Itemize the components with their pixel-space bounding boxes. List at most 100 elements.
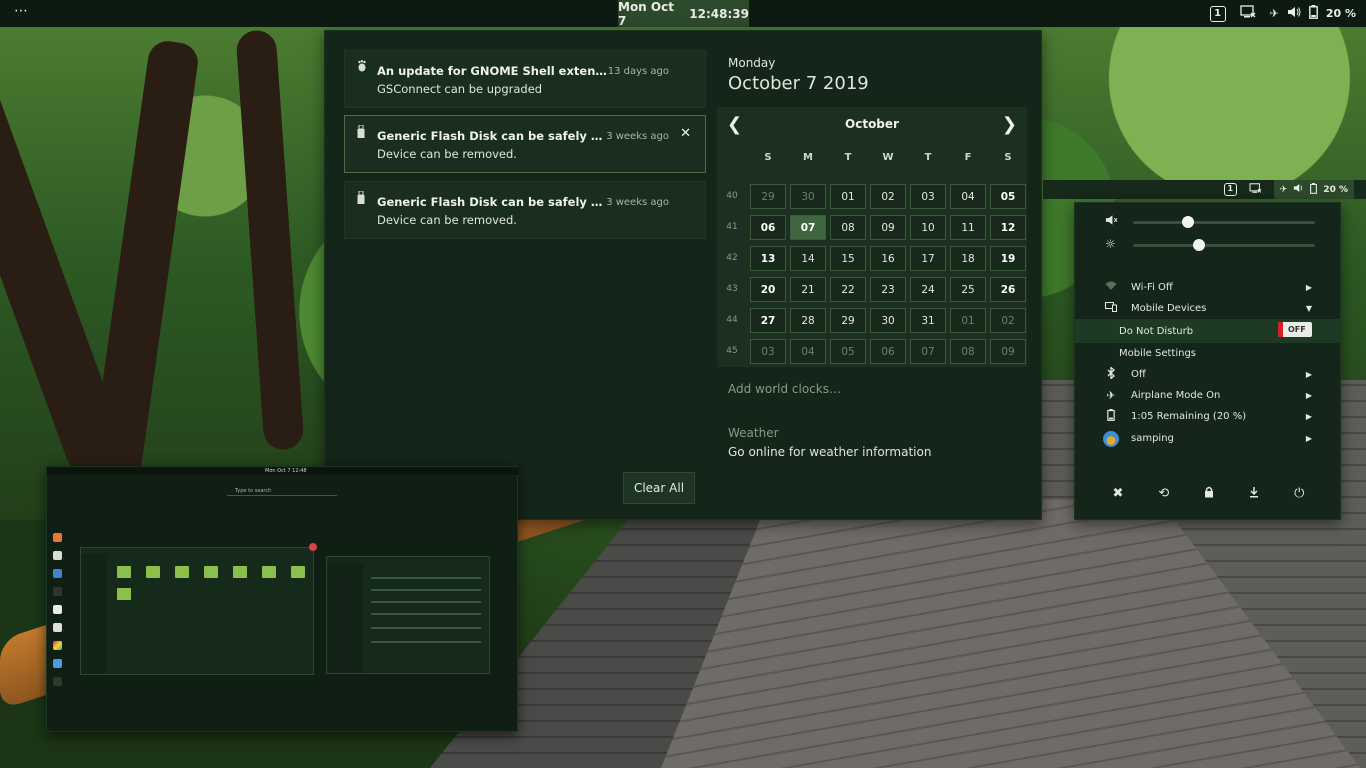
calendar-day[interactable]: 06	[870, 339, 906, 364]
calendar-day[interactable]: 14	[790, 246, 826, 271]
rotation-lock-icon[interactable]: ⟲	[1158, 486, 1169, 502]
brightness-slider[interactable]	[1133, 244, 1315, 247]
week-number: 40	[726, 191, 738, 201]
calendar-day[interactable]: 18	[950, 246, 986, 271]
activities-button[interactable]: ⋯	[14, 3, 29, 19]
screen-share-icon[interactable]	[1239, 5, 1256, 22]
calendar-day[interactable]: 09	[870, 215, 906, 240]
calendar-day[interactable]: 08	[950, 339, 986, 364]
status-area[interactable]: 1 ✈ 20 %	[1209, 0, 1356, 27]
workspace-indicator[interactable]: 1	[1223, 183, 1237, 196]
calendar-day[interactable]: 16	[870, 246, 906, 271]
calendar-day[interactable]: 03	[910, 184, 946, 209]
calendar-day[interactable]: 09	[990, 339, 1026, 364]
calendar-day[interactable]: 13	[750, 246, 786, 271]
workspace-thumbnail[interactable]: Mon Oct 7 12:48 Type to search	[46, 466, 519, 732]
system-menu-button-active[interactable]: ✈ 20 %	[1273, 180, 1354, 199]
calendar-day[interactable]: 19	[990, 246, 1026, 271]
calendar-day[interactable]: 27	[750, 308, 786, 333]
calendar-day[interactable]: 06	[750, 215, 786, 240]
notification-item[interactable]: Generic Flash Disk can be safely unplug.…	[344, 181, 706, 239]
wifi-label: Wi-Fi Off	[1131, 282, 1173, 293]
calendar-day[interactable]: 04	[790, 339, 826, 364]
dock-app-icon	[53, 641, 62, 650]
gnome-foot-icon	[357, 60, 367, 75]
clear-all-button[interactable]: Clear All	[623, 472, 695, 504]
calendar-day[interactable]: 21	[790, 277, 826, 302]
battery-percent: 20 %	[1325, 7, 1356, 20]
calendar-day[interactable]: 25	[950, 277, 986, 302]
calendar-day[interactable]: 08	[830, 215, 866, 240]
do-not-disturb-toggle[interactable]: OFF	[1278, 322, 1312, 337]
date-full[interactable]: October 7 2019	[728, 73, 869, 94]
weather-text: Go online for weather information	[728, 445, 932, 459]
calendar-day[interactable]: 24	[910, 277, 946, 302]
calendar-day[interactable]: 17	[910, 246, 946, 271]
calendar-day[interactable]: 02	[990, 308, 1026, 333]
bluetooth-label: Off	[1131, 369, 1146, 380]
calendar-day[interactable]: 15	[830, 246, 866, 271]
calendar-day[interactable]: 29	[750, 184, 786, 209]
calendar-day[interactable]: 23	[870, 277, 906, 302]
lock-icon[interactable]	[1204, 486, 1214, 502]
volume-slider-handle[interactable]	[1181, 216, 1194, 228]
calendar-day[interactable]: 20	[750, 277, 786, 302]
calendar-day[interactable]: 05	[830, 339, 866, 364]
clock-button[interactable]: Mon Oct 7 12:48:39	[618, 0, 749, 28]
weekday-label: F	[964, 152, 972, 163]
notification-item[interactable]: An update for GNOME Shell extensions a..…	[344, 50, 706, 108]
weekday-label: M	[803, 152, 813, 163]
battery-icon	[1104, 409, 1118, 424]
next-month-icon[interactable]: ❯	[1002, 114, 1017, 135]
calendar-day[interactable]: 10	[910, 215, 946, 240]
chevron-right-icon: ▶	[1305, 283, 1312, 292]
airplane-mode-menu-item[interactable]: ✈ Airplane Mode On ▶	[1075, 385, 1342, 406]
dock-app-icon	[53, 551, 62, 560]
calendar-day[interactable]: 30	[870, 308, 906, 333]
calendar-day[interactable]: 07	[790, 215, 826, 240]
workspace-indicator[interactable]: 1	[1209, 5, 1226, 22]
volume-icon	[1293, 183, 1304, 196]
volume-slider[interactable]	[1133, 221, 1315, 224]
calendar-day[interactable]: 07	[910, 339, 946, 364]
close-icon[interactable]: ✕	[680, 126, 691, 141]
user-menu-item[interactable]: samping ▶	[1075, 428, 1342, 449]
chevron-right-icon: ▶	[1305, 391, 1312, 400]
calendar-day[interactable]: 02	[870, 184, 906, 209]
notification-item[interactable]: Generic Flash Disk can be safely unplug.…	[344, 115, 706, 173]
wifi-menu-item[interactable]: Wi-Fi Off ▶	[1075, 277, 1342, 298]
clock-date: Mon Oct 7	[618, 0, 674, 28]
screen-share-icon[interactable]	[1249, 182, 1262, 197]
calendar-day[interactable]: 29	[830, 308, 866, 333]
clock-time: 12:48:39	[689, 6, 749, 21]
calendar-day[interactable]: 04	[950, 184, 986, 209]
dock-app-icon	[53, 605, 62, 614]
calendar-day[interactable]: 03	[750, 339, 786, 364]
suspend-icon[interactable]	[1249, 486, 1259, 502]
calendar-day[interactable]: 01	[830, 184, 866, 209]
calendar-day[interactable]: 30	[790, 184, 826, 209]
calendar-day[interactable]: 12	[990, 215, 1026, 240]
mobile-devices-menu-item[interactable]: Mobile Devices ▼	[1075, 298, 1342, 319]
calendar-day[interactable]: 22	[830, 277, 866, 302]
do-not-disturb-item[interactable]: Do Not Disturb OFF	[1075, 319, 1342, 343]
add-world-clocks-link[interactable]: Add world clocks…	[728, 382, 841, 396]
week-number: 45	[726, 346, 738, 356]
mobile-settings-item[interactable]: Mobile Settings	[1075, 343, 1342, 364]
calendar-day[interactable]: 26	[990, 277, 1026, 302]
week-number: 41	[726, 222, 738, 232]
settings-tools-icon[interactable]: ✖	[1112, 486, 1123, 502]
power-icon[interactable]: ⏻	[1294, 486, 1304, 502]
brightness-slider-handle[interactable]	[1192, 239, 1205, 251]
volume-slider-row	[1075, 212, 1342, 232]
notification-title: An update for GNOME Shell extensions a..…	[377, 64, 607, 78]
calendar-day[interactable]: 28	[790, 308, 826, 333]
system-menu-button[interactable]: ✈ 20 %	[1270, 5, 1356, 22]
calendar-day[interactable]: 05	[990, 184, 1026, 209]
calendar-day[interactable]: 11	[950, 215, 986, 240]
battery-menu-item[interactable]: 1:05 Remaining (20 %) ▶	[1075, 406, 1342, 427]
weather-heading[interactable]: Weather	[728, 426, 779, 440]
calendar-day[interactable]: 01	[950, 308, 986, 333]
calendar-day[interactable]: 31	[910, 308, 946, 333]
bluetooth-menu-item[interactable]: Off ▶	[1075, 364, 1342, 385]
